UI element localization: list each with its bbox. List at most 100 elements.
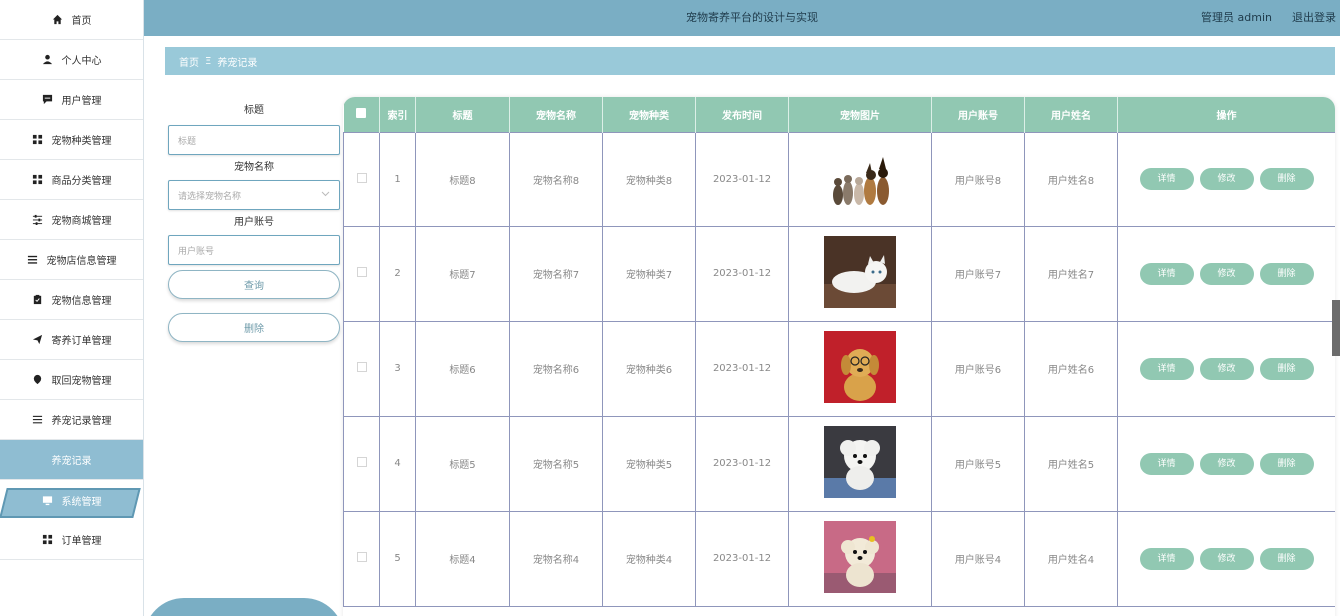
sidebar-item-pet-types[interactable]: 宠物种类管理 [0, 120, 143, 160]
cell-pet-name: 宠物名称4 [509, 510, 603, 607]
cell-pet-name: 宠物名称6 [509, 320, 603, 417]
edit-button[interactable]: 修改 [1199, 547, 1254, 570]
col-pet-image: 宠物图片 [788, 97, 932, 132]
sidebar-item-product-categories[interactable]: 商品分类管理 [0, 160, 143, 200]
pet-name-select[interactable]: 请选择宠物名称 [168, 180, 340, 210]
search-panel: 标题 标题 宠物名称 请选择宠物名称 用户账号 用户账号 查询 删除 [168, 100, 340, 342]
delete-button[interactable]: 删除 [1259, 452, 1314, 475]
sidebar: 首页 个人中心 用户管理 宠物种类管理 商品分类管理 宠物商城管理 宠物店信息管… [0, 0, 144, 616]
cell-date: 2023-01-12 [695, 225, 789, 322]
col-actions: 操作 [1117, 97, 1335, 132]
sidebar-item-label: 订单管理 [61, 536, 102, 547]
sidebar-item-pet-mall[interactable]: 宠物商城管理 [0, 200, 143, 240]
edit-button[interactable]: 修改 [1199, 168, 1254, 190]
sidebar-item-pet-pickup[interactable]: 取回宠物管理 [0, 360, 143, 400]
row-select-cell[interactable] [343, 415, 380, 512]
row-select-cell[interactable] [343, 510, 380, 607]
sidebar-item-label: 宠物商城管理 [51, 216, 112, 227]
delete-selected-button[interactable]: 删除 [168, 313, 340, 342]
sidebar-item-label: 用户管理 [61, 96, 102, 107]
detail-button[interactable]: 详情 [1139, 547, 1194, 570]
sidebar-item-home[interactable]: 首页 [0, 0, 143, 40]
cell-index: 3 [379, 320, 416, 417]
row-checkbox[interactable] [356, 552, 367, 562]
cell-user-name: 用户姓名8 [1024, 131, 1118, 227]
chat-icon [42, 94, 54, 106]
cell-user-name: 用户姓名7 [1024, 225, 1118, 322]
sidebar-item-system[interactable]: 系统管理 [0, 480, 143, 520]
sidebar-item-label: 个人中心 [61, 56, 102, 67]
pet-image-golden-dog [824, 331, 896, 403]
cell-actions: 详情 修改 删除 [1117, 415, 1335, 512]
grid-icon [32, 134, 44, 146]
page-scrollbar[interactable] [1332, 300, 1340, 356]
col-user-name: 用户姓名 [1024, 97, 1118, 132]
sidebar-item-label: 商品分类管理 [51, 176, 112, 187]
send-icon [32, 334, 44, 346]
sidebar-item-pet-records[interactable]: 养宠记录管理 [0, 400, 143, 440]
cell-pet-name: 宠物名称8 [509, 131, 603, 227]
sidebar-subitem-pet-records[interactable]: 养宠记录 [0, 440, 143, 480]
row-select-cell[interactable] [343, 131, 380, 227]
pet-image-white-cat [824, 236, 896, 308]
sidebar-item-label: 取回宠物管理 [51, 376, 112, 387]
cell-user-name: 用户姓名4 [1024, 510, 1118, 607]
cell-account: 用户账号7 [931, 225, 1025, 322]
title-input[interactable]: 标题 [168, 125, 340, 155]
row-checkbox[interactable] [356, 172, 367, 183]
row-checkbox[interactable] [356, 362, 367, 372]
account-input[interactable]: 用户账号 [168, 235, 340, 265]
sidebar-item-users[interactable]: 用户管理 [0, 80, 143, 120]
query-button[interactable]: 查询 [168, 270, 340, 299]
account-placeholder: 用户账号 [178, 246, 215, 257]
pet-image-cream-poodle [824, 521, 896, 593]
menu-icon [32, 414, 44, 426]
cell-title: 标题8 [415, 131, 510, 227]
delete-button[interactable]: 删除 [1259, 168, 1314, 190]
delete-button[interactable]: 删除 [1259, 547, 1314, 570]
breadcrumb-current: 养宠记录 [217, 57, 258, 69]
detail-button[interactable]: 详情 [1139, 452, 1194, 475]
row-select-cell[interactable] [343, 320, 380, 417]
grid-icon [32, 174, 44, 186]
detail-button[interactable]: 详情 [1139, 357, 1194, 380]
row-checkbox[interactable] [356, 267, 367, 277]
edit-button[interactable]: 修改 [1199, 452, 1254, 475]
select-all-header[interactable] [343, 97, 380, 132]
edit-button[interactable]: 修改 [1199, 262, 1254, 285]
cell-actions: 详情 修改 删除 [1117, 225, 1335, 322]
cell-account: 用户账号5 [931, 415, 1025, 512]
table-row: 1 标题8 宠物名称8 宠物种类8 2023-01-12 用户账号8 用户姓名8… [343, 131, 1335, 227]
sidebar-item-orders[interactable]: 订单管理 [0, 520, 143, 560]
sidebar-item-label: 系统管理 [61, 496, 102, 508]
select-all-checkbox[interactable] [356, 107, 367, 118]
logout-link[interactable]: 退出登录 [1292, 9, 1336, 25]
sidebar-item-profile[interactable]: 个人中心 [0, 40, 143, 80]
breadcrumb-home[interactable]: 首页 [179, 54, 199, 69]
edit-button[interactable]: 修改 [1199, 357, 1254, 380]
detail-button[interactable]: 详情 [1139, 262, 1194, 285]
delete-button[interactable]: 删除 [1259, 357, 1314, 380]
account-label: 用户账号 [234, 217, 274, 228]
pet-image-white-poodle [824, 426, 896, 498]
col-publish-time: 发布时间 [695, 97, 789, 132]
col-index: 索引 [379, 97, 416, 132]
cell-user-name: 用户姓名6 [1024, 320, 1118, 417]
sidebar-item-store-info[interactable]: 宠物店信息管理 [0, 240, 143, 280]
cell-user-name: 用户姓名5 [1024, 415, 1118, 512]
cell-pet-image [788, 510, 932, 607]
cell-date: 2023-01-12 [695, 320, 789, 417]
pet-name-label: 宠物名称 [234, 162, 274, 173]
pet-image-dogs-cats [828, 144, 892, 211]
row-checkbox[interactable] [356, 457, 367, 467]
detail-button[interactable]: 详情 [1139, 168, 1194, 190]
decorative-wave [144, 598, 344, 616]
records-table-container: 索引 标题 宠物名称 宠物种类 发布时间 宠物图片 用户账号 用户姓名 操作 1… [343, 97, 1335, 616]
cell-actions: 详情 修改 删除 [1117, 510, 1335, 607]
row-select-cell[interactable] [343, 225, 380, 322]
sidebar-item-pet-info[interactable]: 宠物信息管理 [0, 280, 143, 320]
delete-button[interactable]: 删除 [1259, 262, 1314, 285]
cell-pet-image [788, 415, 932, 512]
cell-date: 2023-01-12 [695, 131, 789, 227]
sidebar-item-boarding-orders[interactable]: 寄养订单管理 [0, 320, 143, 360]
